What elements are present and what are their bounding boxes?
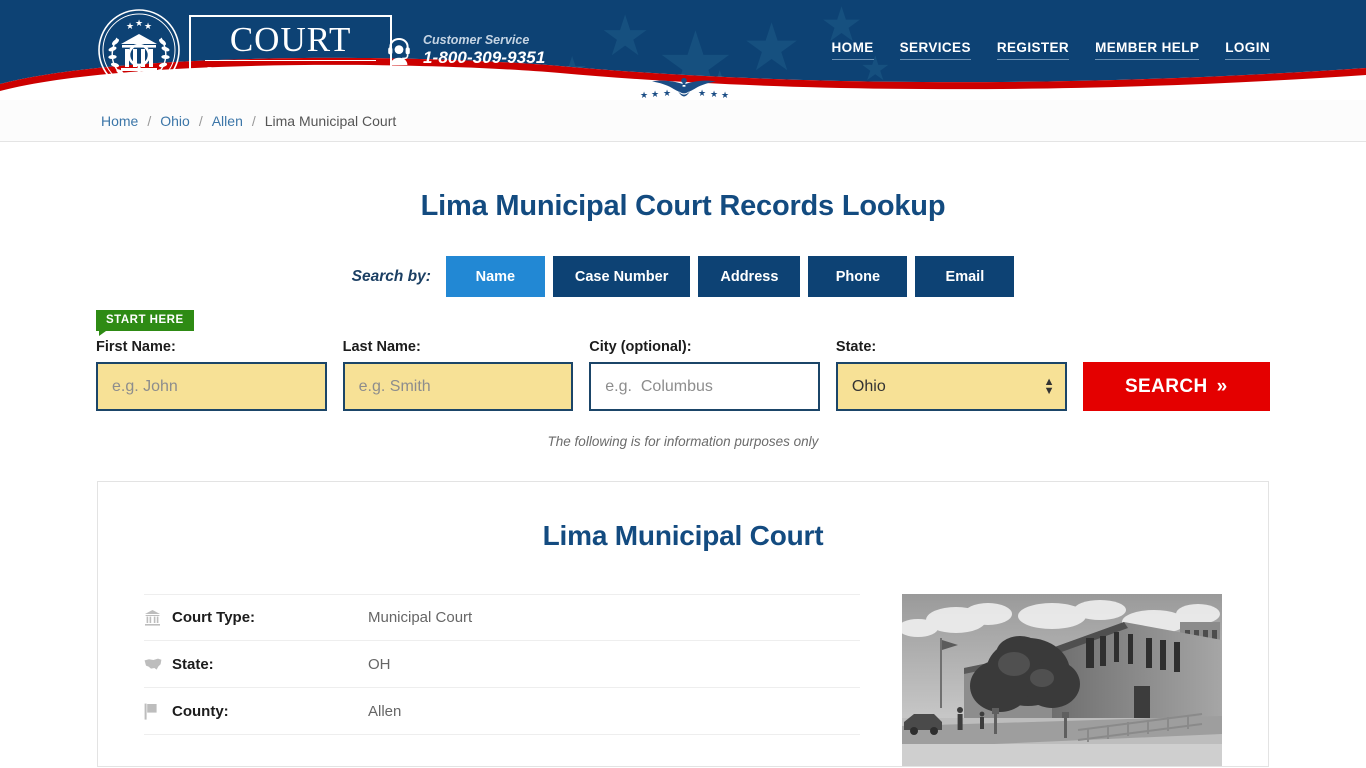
court-details-table: Court Type: Municipal Court State: OH (144, 594, 860, 766)
headset-support-icon (385, 36, 413, 66)
svg-text:★: ★ (144, 22, 152, 32)
breadcrumb-item-county[interactable]: Allen (212, 113, 243, 129)
breadcrumb-item-home[interactable]: Home (101, 113, 138, 129)
svg-text:★: ★ (651, 90, 659, 100)
city-label: City (optional): (589, 339, 820, 355)
nav-item-register[interactable]: REGISTER (997, 40, 1069, 60)
table-row: State: OH (144, 641, 860, 688)
tab-case-number[interactable]: Case Number (553, 256, 690, 297)
first-name-input[interactable] (96, 362, 327, 411)
svg-text:★: ★ (135, 19, 143, 29)
detail-label: County: (172, 703, 368, 720)
state-label: State: (836, 339, 1067, 355)
court-info-card: Lima Municipal Court Court Type: Mun (97, 481, 1269, 767)
main-navigation: HOME SERVICES REGISTER MEMBER HELP LOGIN (832, 40, 1270, 60)
tab-address[interactable]: Address (698, 256, 800, 297)
site-logo[interactable]: ★ ★ ★ COURT (97, 8, 392, 92)
svg-text:★: ★ (126, 22, 134, 32)
logo-wordmark: COURT C A S E F I N D E R (189, 15, 392, 86)
customer-service-label: Customer Service (423, 33, 545, 48)
detail-value: OH (368, 656, 391, 673)
customer-service-block[interactable]: Customer Service 1-800-309-9351 (385, 33, 545, 68)
logo-subword: C A S E F I N D E R (205, 61, 376, 79)
city-field-group: City (optional): (589, 339, 820, 411)
svg-text:★: ★ (698, 89, 706, 99)
us-map-icon (144, 657, 172, 671)
breadcrumb-item-current: Lima Municipal Court (265, 113, 397, 129)
disclaimer-text: The following is for information purpose… (96, 434, 1270, 449)
detail-value: Allen (368, 703, 401, 720)
court-seal-icon: ★ ★ ★ (97, 8, 181, 92)
breadcrumb: Home / Ohio / Allen / Lima Municipal Cou… (0, 100, 1366, 142)
customer-service-phone[interactable]: 1-800-309-9351 (423, 48, 545, 68)
nav-item-login[interactable]: LOGIN (1225, 40, 1270, 60)
svg-text:★: ★ (721, 91, 729, 100)
search-button[interactable]: SEARCH » (1083, 362, 1270, 411)
nav-item-home[interactable]: HOME (832, 40, 874, 60)
svg-text:★: ★ (640, 91, 648, 100)
eagle-emblem-icon: ★ ★ ★ ★ ★ ★ (636, 74, 732, 100)
table-row: County: Allen (144, 688, 860, 735)
tab-phone[interactable]: Phone (808, 256, 907, 297)
last-name-label: Last Name: (343, 339, 574, 355)
first-name-field-group: First Name: (96, 339, 327, 411)
first-name-label: First Name: (96, 339, 327, 355)
chevron-double-right-icon: » (1217, 376, 1228, 398)
detail-label: State: (172, 656, 368, 673)
search-by-tabs: Search by: Name Case Number Address Phon… (0, 256, 1366, 297)
start-here-badge: START HERE (96, 310, 194, 331)
breadcrumb-separator: / (147, 113, 151, 129)
court-name-heading: Lima Municipal Court (98, 520, 1268, 552)
svg-text:★: ★ (663, 89, 671, 99)
bank-courthouse-icon (144, 609, 172, 626)
state-field-group: State: ▲▼ (836, 339, 1067, 411)
last-name-input[interactable] (343, 362, 574, 411)
breadcrumb-item-state[interactable]: Ohio (160, 113, 190, 129)
svg-text:★: ★ (710, 90, 718, 100)
last-name-field-group: Last Name: (343, 339, 574, 411)
courthouse-photo (902, 594, 1222, 766)
logo-word: COURT (205, 21, 376, 61)
tab-email[interactable]: Email (915, 256, 1014, 297)
state-select[interactable] (836, 362, 1067, 411)
site-header: ★ ★ ★ ★ ★ ★ ★ (0, 0, 1366, 100)
city-input[interactable] (589, 362, 820, 411)
nav-item-member-help[interactable]: MEMBER HELP (1095, 40, 1199, 60)
breadcrumb-separator: / (252, 113, 256, 129)
search-form: START HERE First Name: Last Name: City (… (96, 297, 1270, 449)
detail-value: Municipal Court (368, 609, 472, 626)
tab-name[interactable]: Name (446, 256, 545, 297)
search-by-label: Search by: (352, 268, 431, 286)
page-title: Lima Municipal Court Records Lookup (0, 142, 1366, 223)
search-button-label: SEARCH (1125, 376, 1208, 398)
table-row: Court Type: Municipal Court (144, 594, 860, 641)
flag-icon (144, 703, 172, 720)
detail-label: Court Type: (172, 609, 368, 626)
breadcrumb-separator: / (199, 113, 203, 129)
nav-item-services[interactable]: SERVICES (900, 40, 971, 60)
